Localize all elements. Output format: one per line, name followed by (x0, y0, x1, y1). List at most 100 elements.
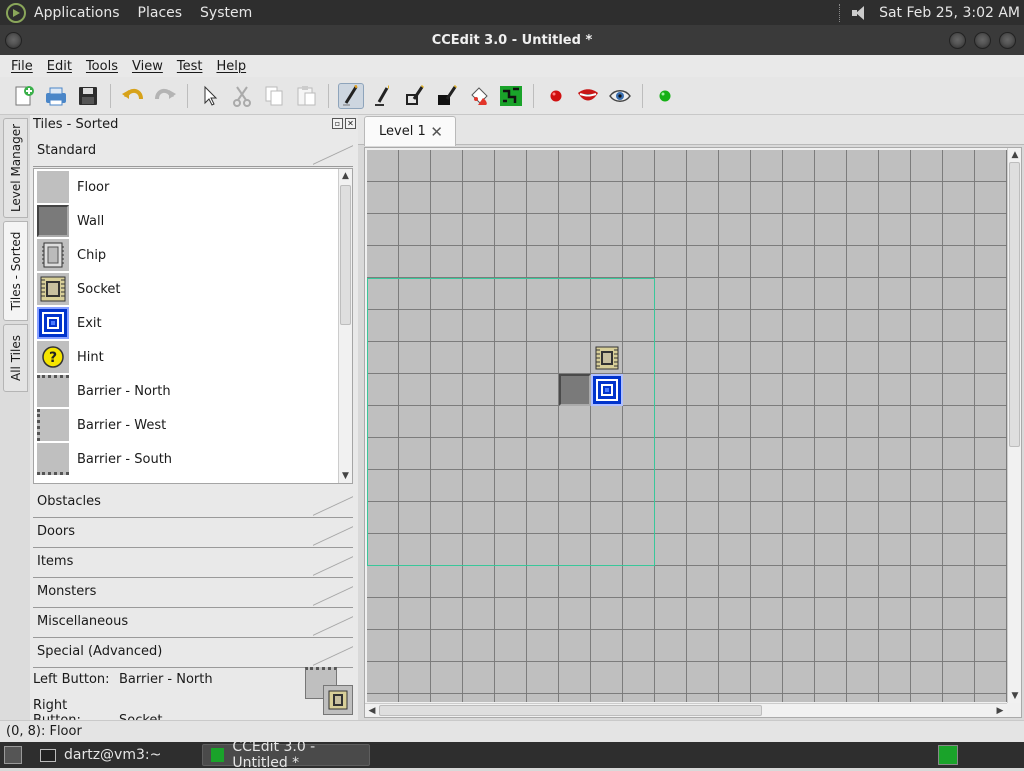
flood-tool-button[interactable] (466, 83, 492, 109)
right-button-preview-icon (323, 685, 353, 715)
tile-barrier-south[interactable]: Barrier - South (37, 442, 172, 476)
applications-menu[interactable]: Applications (34, 5, 120, 21)
close-tab-icon[interactable]: ✕ (430, 123, 443, 141)
tile-chip[interactable]: Chip (37, 238, 106, 272)
menu-file[interactable]: File (4, 59, 40, 74)
draw-tool-button[interactable] (338, 82, 364, 109)
scroll-right-arrow-icon[interactable]: ▶ (993, 704, 1007, 718)
top-panel: Applications Places System Sat Feb 25, 3… (0, 0, 1024, 25)
taskbar-ccedit[interactable]: CCEdit 3.0 - Untitled * (202, 739, 370, 771)
editor-vscroll-thumb[interactable] (1009, 162, 1020, 447)
open-button[interactable] (43, 83, 69, 109)
section-monsters-label: Monsters (37, 584, 97, 599)
pencil-icon (375, 85, 389, 106)
tile-label: Hint (77, 349, 104, 365)
section-miscellaneous[interactable]: Miscellaneous (33, 608, 353, 638)
close-window-button[interactable] (999, 32, 1016, 49)
redo-button[interactable] (152, 83, 178, 109)
barrier-south-tile-icon (37, 443, 69, 475)
tile-list-scrollbar[interactable]: ▲ ▼ (338, 169, 352, 483)
section-doors[interactable]: Doors (33, 518, 353, 548)
select-button[interactable] (197, 83, 223, 109)
scroll-up-arrow-icon[interactable]: ▲ (339, 169, 352, 183)
level-editor: ▲ ▼ ◀ ▶ (364, 147, 1022, 718)
minimize-button[interactable] (949, 32, 966, 49)
section-obstacles[interactable]: Obstacles (33, 488, 353, 518)
menu-help[interactable]: Help (209, 59, 253, 74)
tile-exit[interactable]: Exit (37, 306, 102, 340)
copy-button[interactable] (261, 83, 287, 109)
volume-icon[interactable] (851, 5, 869, 21)
tray-app-icon[interactable] (938, 745, 958, 765)
tab-tiles-sorted[interactable]: Tiles - Sorted (3, 221, 28, 321)
window-menu-button[interactable] (5, 32, 22, 49)
distro-logo-icon[interactable] (6, 2, 26, 23)
tile-hint[interactable]: ? Hint (37, 340, 104, 374)
record-button[interactable] (543, 83, 569, 109)
status-bar: (0, 8): Floor (0, 720, 1024, 742)
window-titlebar[interactable]: CCEdit 3.0 - Untitled * (0, 25, 1024, 55)
menu-test[interactable]: Test (170, 59, 210, 74)
tile-barrier-north[interactable]: Barrier - North (37, 374, 171, 408)
paste-button[interactable] (293, 83, 319, 109)
eye-icon (609, 89, 631, 102)
lips-icon (578, 88, 598, 100)
editor-hscroll-thumb[interactable] (379, 705, 762, 716)
cut-button[interactable] (229, 83, 255, 109)
test-level-button[interactable] (652, 83, 678, 109)
pen-icon (343, 84, 358, 105)
redo-icon (155, 88, 176, 99)
selection-rectangle (367, 278, 655, 566)
scroll-up-arrow-icon[interactable]: ▲ (1008, 148, 1022, 162)
tab-all-tiles[interactable]: All Tiles (3, 324, 28, 392)
dock-close-button[interactable]: ✕ (345, 118, 356, 129)
scroll-down-arrow-icon[interactable]: ▼ (1008, 689, 1022, 703)
line-tool-button[interactable] (402, 83, 428, 109)
lips-button[interactable] (575, 83, 601, 109)
menu-view[interactable]: View (125, 59, 170, 74)
section-standard[interactable]: Standard (33, 137, 353, 167)
tile-socket[interactable]: Socket (37, 272, 121, 306)
taskbar-terminal[interactable]: dartz@vm3:~ (32, 744, 169, 766)
save-button[interactable] (75, 83, 101, 109)
places-menu[interactable]: Places (138, 5, 183, 21)
tab-level-manager[interactable]: Level Manager (3, 118, 28, 218)
clock[interactable]: Sat Feb 25, 3:02 AM (879, 5, 1020, 21)
level-map-canvas[interactable] (367, 150, 1007, 702)
menu-tools[interactable]: Tools (79, 59, 125, 74)
scroll-thumb[interactable] (340, 185, 351, 325)
tab-tiles-sorted-label: Tiles - Sorted (8, 231, 23, 311)
undo-button[interactable] (120, 83, 146, 109)
show-desktop-icon[interactable] (4, 746, 22, 764)
menu-edit[interactable]: Edit (40, 59, 79, 74)
new-level-button[interactable] (11, 83, 37, 109)
tile-barrier-west[interactable]: Barrier - West (37, 408, 166, 442)
section-monsters[interactable]: Monsters (33, 578, 353, 608)
tile-list[interactable]: Floor Wall Chip Socket Exit ? Hint Barri… (33, 168, 353, 484)
system-menu[interactable]: System (200, 5, 252, 21)
view-button[interactable] (607, 83, 633, 109)
fill-tool-button[interactable] (434, 83, 460, 109)
tile-wall[interactable]: Wall (37, 204, 104, 238)
hint-tile-icon: ? (37, 341, 69, 373)
toolbar-separator (642, 83, 643, 108)
dock-float-button[interactable]: ▫ (332, 118, 343, 129)
scroll-down-arrow-icon[interactable]: ▼ (339, 469, 352, 483)
tile-label: Barrier - West (77, 417, 167, 433)
connect-tool-button[interactable] (498, 83, 524, 109)
floor-tile-icon (37, 171, 69, 203)
maximize-button[interactable] (974, 32, 991, 49)
section-items[interactable]: Items (33, 548, 353, 578)
tile-floor[interactable]: Floor (37, 170, 109, 204)
pencil-tool-button[interactable] (370, 83, 396, 109)
editor-vertical-scrollbar[interactable]: ▲ ▼ (1007, 148, 1021, 703)
section-special-advanced[interactable]: Special (Advanced) (33, 638, 353, 668)
bottom-taskbar: dartz@vm3:~ CCEdit 3.0 - Untitled * (0, 739, 1024, 771)
window-title: CCEdit 3.0 - Untitled * (431, 32, 593, 48)
tab-level-1[interactable]: Level 1 ✕ (364, 116, 456, 146)
filled-rectangle-icon (438, 84, 458, 105)
editor-horizontal-scrollbar[interactable]: ◀ ▶ (365, 703, 1007, 717)
printer-icon (46, 87, 66, 105)
socket-tile-icon (37, 273, 69, 305)
scroll-left-arrow-icon[interactable]: ◀ (365, 704, 379, 718)
